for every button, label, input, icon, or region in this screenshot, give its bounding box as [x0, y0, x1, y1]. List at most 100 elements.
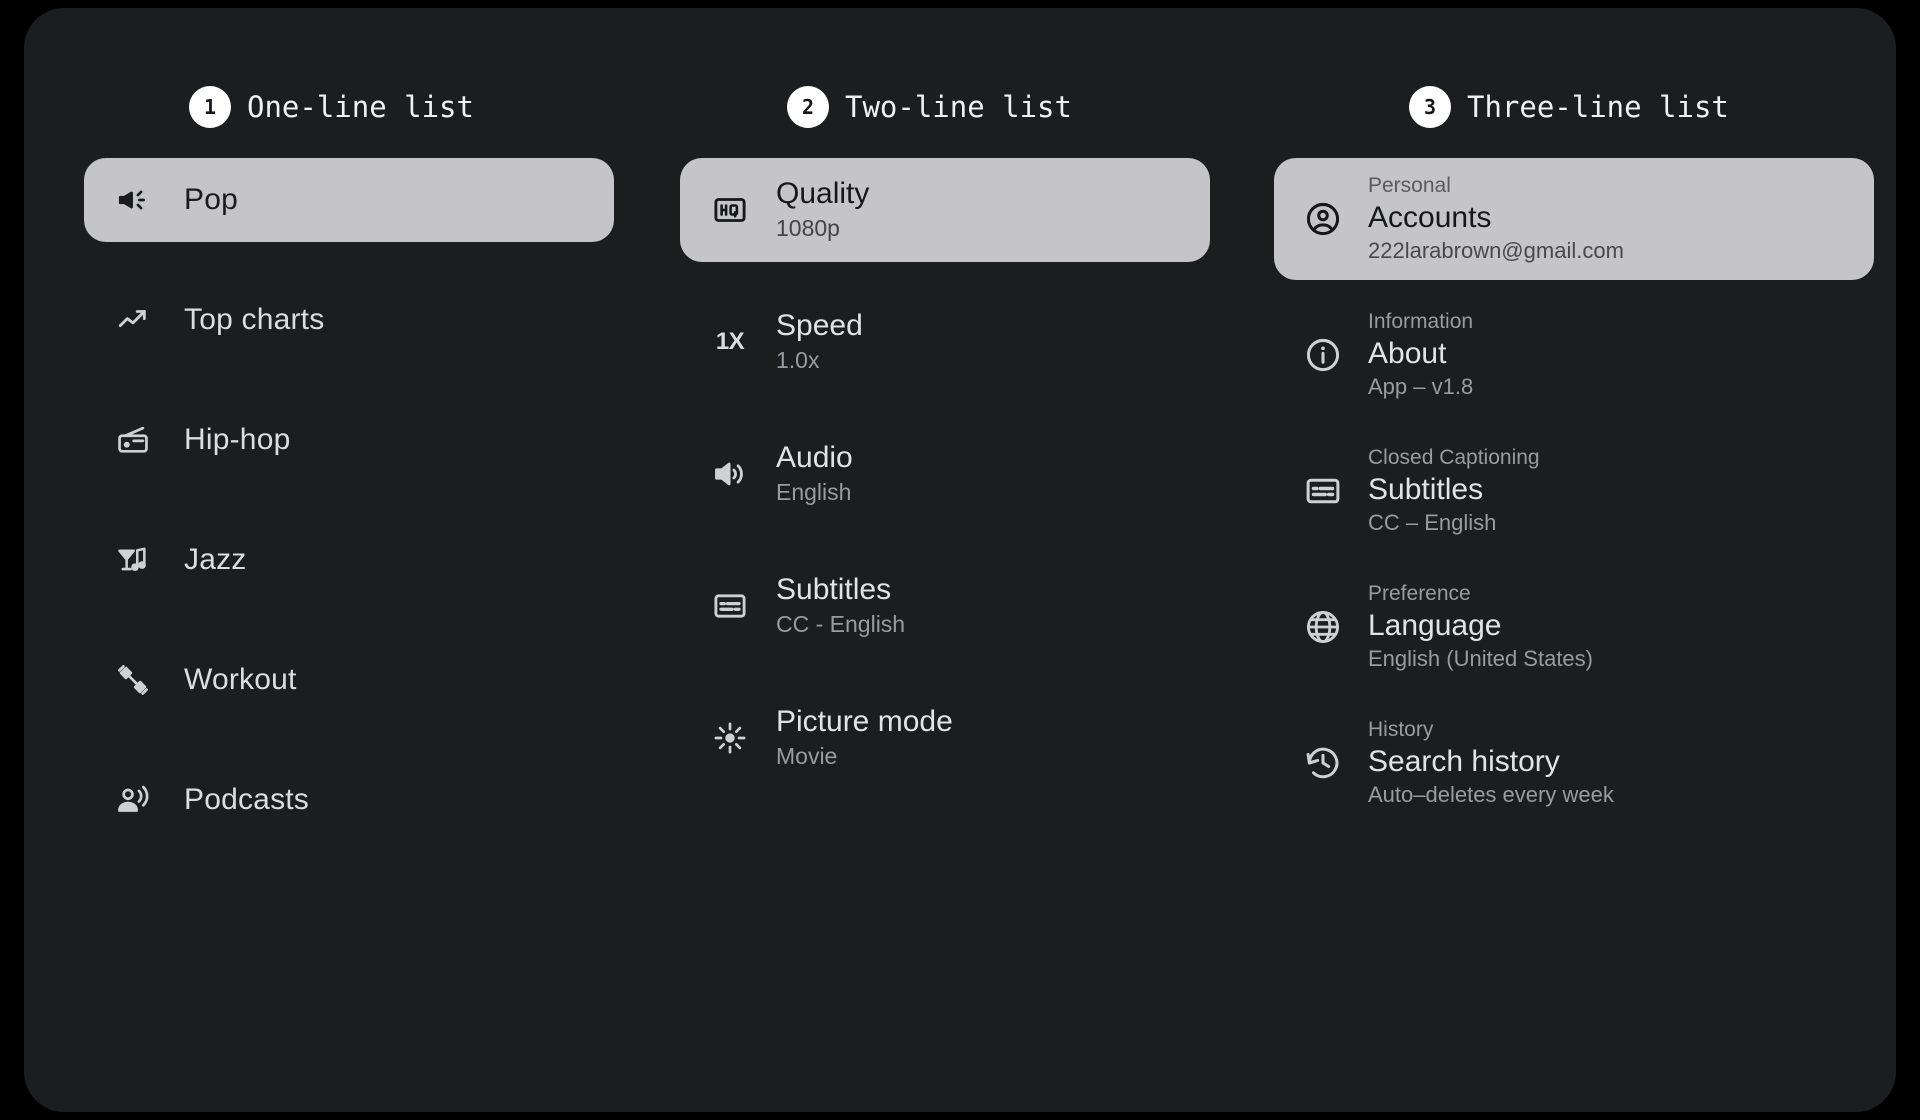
- column-title-1: One-line list: [247, 90, 474, 124]
- column-badge-1: 1: [189, 86, 231, 128]
- column-header-two-line: 2 Two-line list: [787, 86, 1072, 128]
- list-item-title: Subtitles: [1368, 473, 1484, 507]
- column-title-2: Two-line list: [845, 90, 1072, 124]
- list-item-top-charts[interactable]: Top charts: [84, 278, 614, 362]
- list-item-text: Audio English: [776, 441, 853, 506]
- list-item-subtitle: 1.0x: [776, 346, 820, 373]
- list-item-search-history[interactable]: History Search history Auto–deletes ever…: [1274, 702, 1874, 824]
- list-item-quality[interactable]: Quality 1080p: [680, 158, 1210, 262]
- list-item-speed[interactable]: 1X Speed 1.0x: [680, 290, 1210, 394]
- list-item-subtitle: App – v1.8: [1368, 374, 1474, 400]
- list-item-hip-hop[interactable]: Hip-hop: [84, 398, 614, 482]
- radio-icon: [118, 426, 148, 453]
- list-item-workout[interactable]: Workout: [84, 638, 614, 722]
- list-item-title: Speed: [776, 309, 863, 343]
- list-item-title: About: [1368, 337, 1447, 371]
- brightness-icon: [714, 722, 746, 754]
- list-item-label: Workout: [184, 663, 297, 696]
- column-badge-3: 3: [1409, 86, 1451, 128]
- app-panel: 1 One-line list 2 Two-line list 3 Three-…: [24, 8, 1896, 1112]
- one-line-list: Pop Top charts Hip-hop Jazz Workout Podc…: [84, 158, 614, 842]
- list-item-jazz[interactable]: Jazz: [84, 518, 614, 602]
- list-item-subtitles[interactable]: Subtitles CC - English: [680, 554, 1210, 658]
- history-icon: [1306, 747, 1339, 778]
- list-item-overline: Personal: [1368, 174, 1451, 197]
- three-line-list: Personal Accounts 222larabrown@gmail.com…: [1274, 158, 1874, 823]
- list-item-overline: Closed Captioning: [1368, 445, 1540, 469]
- trending-up-icon: [118, 310, 146, 328]
- list-item-label: Hip-hop: [184, 423, 291, 456]
- list-item-language[interactable]: Preference Language English (United Stat…: [1274, 566, 1874, 688]
- list-item-text: Speed 1.0x: [776, 309, 863, 374]
- list-item-title: Subtitles: [776, 573, 892, 607]
- list-item-text: Quality 1080p: [776, 177, 869, 242]
- list-item-text: Closed Captioning Subtitles CC – English: [1368, 444, 1540, 538]
- list-item-label: Pop: [184, 183, 238, 216]
- globe-icon: [1307, 610, 1339, 643]
- list-item-label: Top charts: [184, 303, 325, 336]
- list-item-subtitles[interactable]: Closed Captioning Subtitles CC – English: [1274, 430, 1874, 552]
- column-headers: 1 One-line list 2 Two-line list 3 Three-…: [24, 8, 1896, 158]
- subtitles-icon: [714, 594, 746, 618]
- subtitles-icon: [1306, 478, 1340, 503]
- campaign-icon: [118, 190, 145, 210]
- list-item-text: Information About App – v1.8: [1368, 308, 1473, 402]
- list-item-overline: Preference: [1368, 581, 1471, 605]
- list-item-subtitle: 222larabrown@gmail.com: [1368, 238, 1624, 264]
- two-line-list: Quality 1080p 1X Speed 1.0x Audio Englis…: [680, 158, 1210, 790]
- list-item-picture-mode[interactable]: Picture mode Movie: [680, 686, 1210, 790]
- dumbbell-icon: [118, 665, 148, 695]
- list-item-title: Picture mode: [776, 705, 953, 739]
- list-item-accounts[interactable]: Personal Accounts 222larabrown@gmail.com: [1274, 158, 1874, 280]
- list-item-podcasts[interactable]: Podcasts: [84, 758, 614, 842]
- list-item-text: History Search history Auto–deletes ever…: [1368, 716, 1614, 810]
- list-item-subtitle: CC - English: [776, 610, 906, 637]
- column-header-one-line: 1 One-line list: [189, 86, 474, 128]
- info-icon: [1306, 338, 1340, 371]
- list-item-subtitle: English: [776, 478, 852, 505]
- list-item-title: Search history: [1368, 744, 1560, 778]
- list-item-subtitle: Movie: [776, 742, 838, 769]
- speed-1x-icon: 1X: [715, 328, 745, 355]
- list-item-title: Accounts: [1368, 201, 1492, 235]
- nightlife-icon: [118, 547, 146, 572]
- column-badge-2: 2: [787, 86, 829, 128]
- column-header-three-line: 3 Three-line list: [1409, 86, 1729, 128]
- list-item-text: Subtitles CC - English: [776, 573, 905, 638]
- list-item-text: Picture mode Movie: [776, 705, 953, 770]
- list-item-subtitle: Auto–deletes every week: [1368, 781, 1614, 807]
- list-item-label: Podcasts: [184, 783, 309, 816]
- column-title-3: Three-line list: [1467, 90, 1729, 124]
- list-item-subtitle: English (United States): [1368, 645, 1593, 671]
- volume-up-icon: [715, 462, 743, 486]
- list-item-subtitle: 1080p: [776, 214, 840, 241]
- account-circle-icon: [1306, 202, 1340, 236]
- list-item-label: Jazz: [184, 543, 247, 576]
- list-item-title: Audio: [776, 441, 853, 475]
- hq-icon: [714, 198, 746, 222]
- list-item-audio[interactable]: Audio English: [680, 422, 1210, 526]
- list-item-text: Preference Language English (United Stat…: [1368, 580, 1593, 674]
- list-item-overline: Information: [1368, 309, 1474, 333]
- list-item-pop[interactable]: Pop: [84, 158, 614, 242]
- list-item-text: Personal Accounts 222larabrown@gmail.com: [1368, 172, 1624, 266]
- list-item-overline: History: [1368, 717, 1434, 741]
- list-item-title: Language: [1368, 608, 1502, 642]
- list-item-subtitle: CC – English: [1368, 510, 1497, 536]
- podcasts-icon: [118, 785, 149, 812]
- list-item-about[interactable]: Information About App – v1.8: [1274, 294, 1874, 416]
- list-item-title: Quality: [776, 177, 870, 211]
